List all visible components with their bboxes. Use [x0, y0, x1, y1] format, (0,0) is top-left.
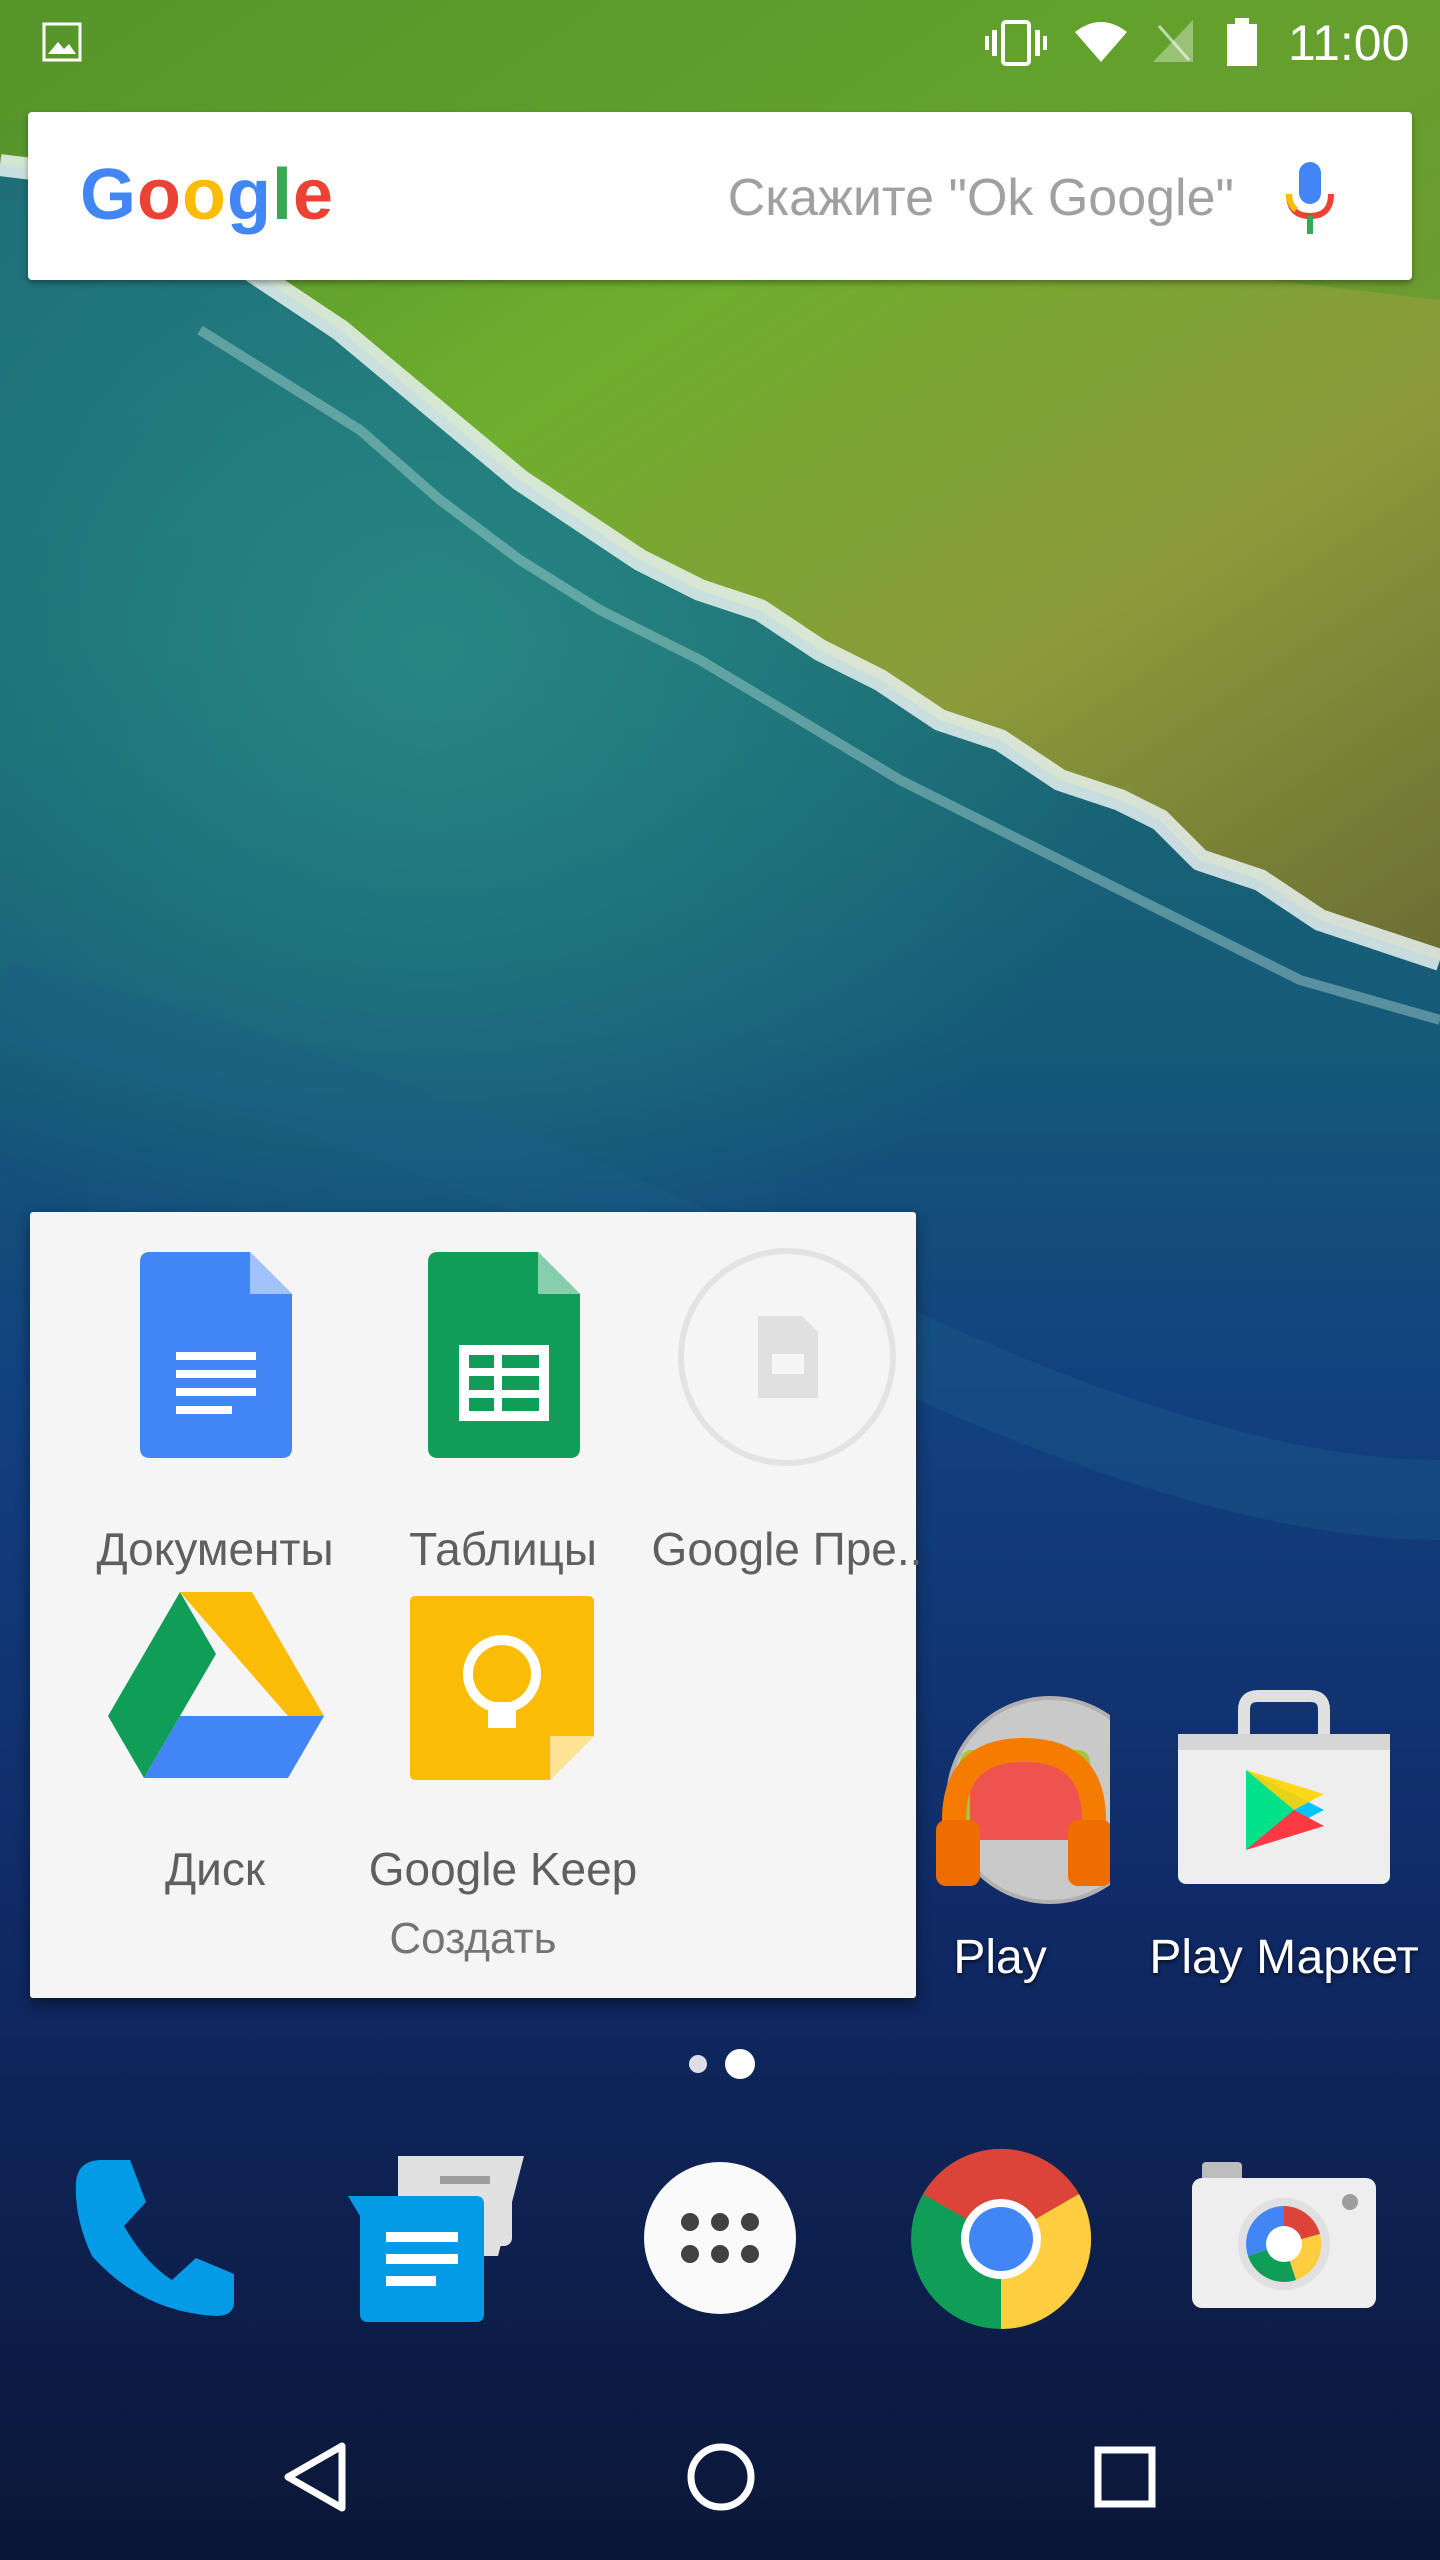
- wifi-icon: [1075, 22, 1127, 62]
- folder-app-label: Google Пре..: [651, 1523, 923, 1575]
- status-bar: 11:00: [0, 0, 1440, 84]
- mic-icon[interactable]: [1282, 160, 1338, 236]
- home-icon: [687, 2443, 755, 2511]
- play-store-icon: [1178, 1690, 1390, 1884]
- back-icon: [284, 2442, 346, 2512]
- keep-icon: [410, 1596, 594, 1780]
- drive-icon: [108, 1592, 324, 1778]
- folder-name[interactable]: Создать: [30, 1914, 916, 1964]
- recents-icon: [1094, 2446, 1156, 2508]
- app-drawer-icon: [644, 2162, 796, 2314]
- docs-icon: [140, 1252, 292, 1458]
- folder-app-label: Google Keep: [368, 1843, 638, 1895]
- folder-app-docs[interactable]: Документы: [70, 1252, 360, 1575]
- google-logo: Google: [80, 155, 335, 235]
- folder-app-drive[interactable]: Диск: [70, 1592, 360, 1895]
- messenger-icon: [348, 2156, 524, 2322]
- chrome-icon: [911, 2148, 1092, 2329]
- dock-app-drawer[interactable]: [642, 2160, 798, 2321]
- vibrate-icon: [985, 20, 1047, 66]
- camera-icon: [1192, 2162, 1376, 2308]
- folder-app-keep[interactable]: Google Keep: [358, 1592, 648, 1895]
- folder-popup: Документы Таблицы Google Пре.. Диск Goog…: [30, 1212, 922, 1998]
- page-dot: [689, 2055, 707, 2073]
- nav-back[interactable]: [282, 2442, 348, 2517]
- sheets-icon: [428, 1252, 580, 1458]
- folder-app-sheets[interactable]: Таблицы: [358, 1252, 648, 1575]
- folder-app-slides[interactable]: Google Пре..: [642, 1248, 932, 1575]
- no-signal-icon: [1153, 20, 1193, 62]
- home-app-play-store[interactable]: Play Маркет: [1134, 1690, 1434, 2010]
- page-indicator: [689, 2049, 755, 2079]
- nav-recents[interactable]: [1094, 2446, 1156, 2513]
- phone-icon: [75, 2160, 234, 2316]
- clock: 11:00: [1288, 15, 1410, 71]
- folder-app-label: Таблицы: [409, 1523, 597, 1575]
- nav-home[interactable]: [686, 2442, 756, 2517]
- search-hint: Скажите "Ok Google": [727, 169, 1234, 227]
- image-icon: [42, 22, 82, 62]
- play-music-folder-icon: [936, 1696, 1110, 1904]
- google-search-bar[interactable]: Google Скажите "Ok Google": [28, 112, 1412, 280]
- dock-camera[interactable]: [1192, 2160, 1376, 2315]
- dock-messenger[interactable]: [348, 2156, 532, 2327]
- dock-phone[interactable]: [72, 2156, 238, 2323]
- folder-app-label: Документы: [96, 1523, 334, 1575]
- home-app-label: Play Маркет: [1149, 1931, 1419, 1984]
- battery-icon: [1227, 18, 1257, 66]
- page-dot-active: [725, 2049, 755, 2079]
- folder-app-label: Диск: [165, 1843, 265, 1895]
- dock-chrome[interactable]: [910, 2148, 1092, 2335]
- slides-icon: [678, 1248, 896, 1466]
